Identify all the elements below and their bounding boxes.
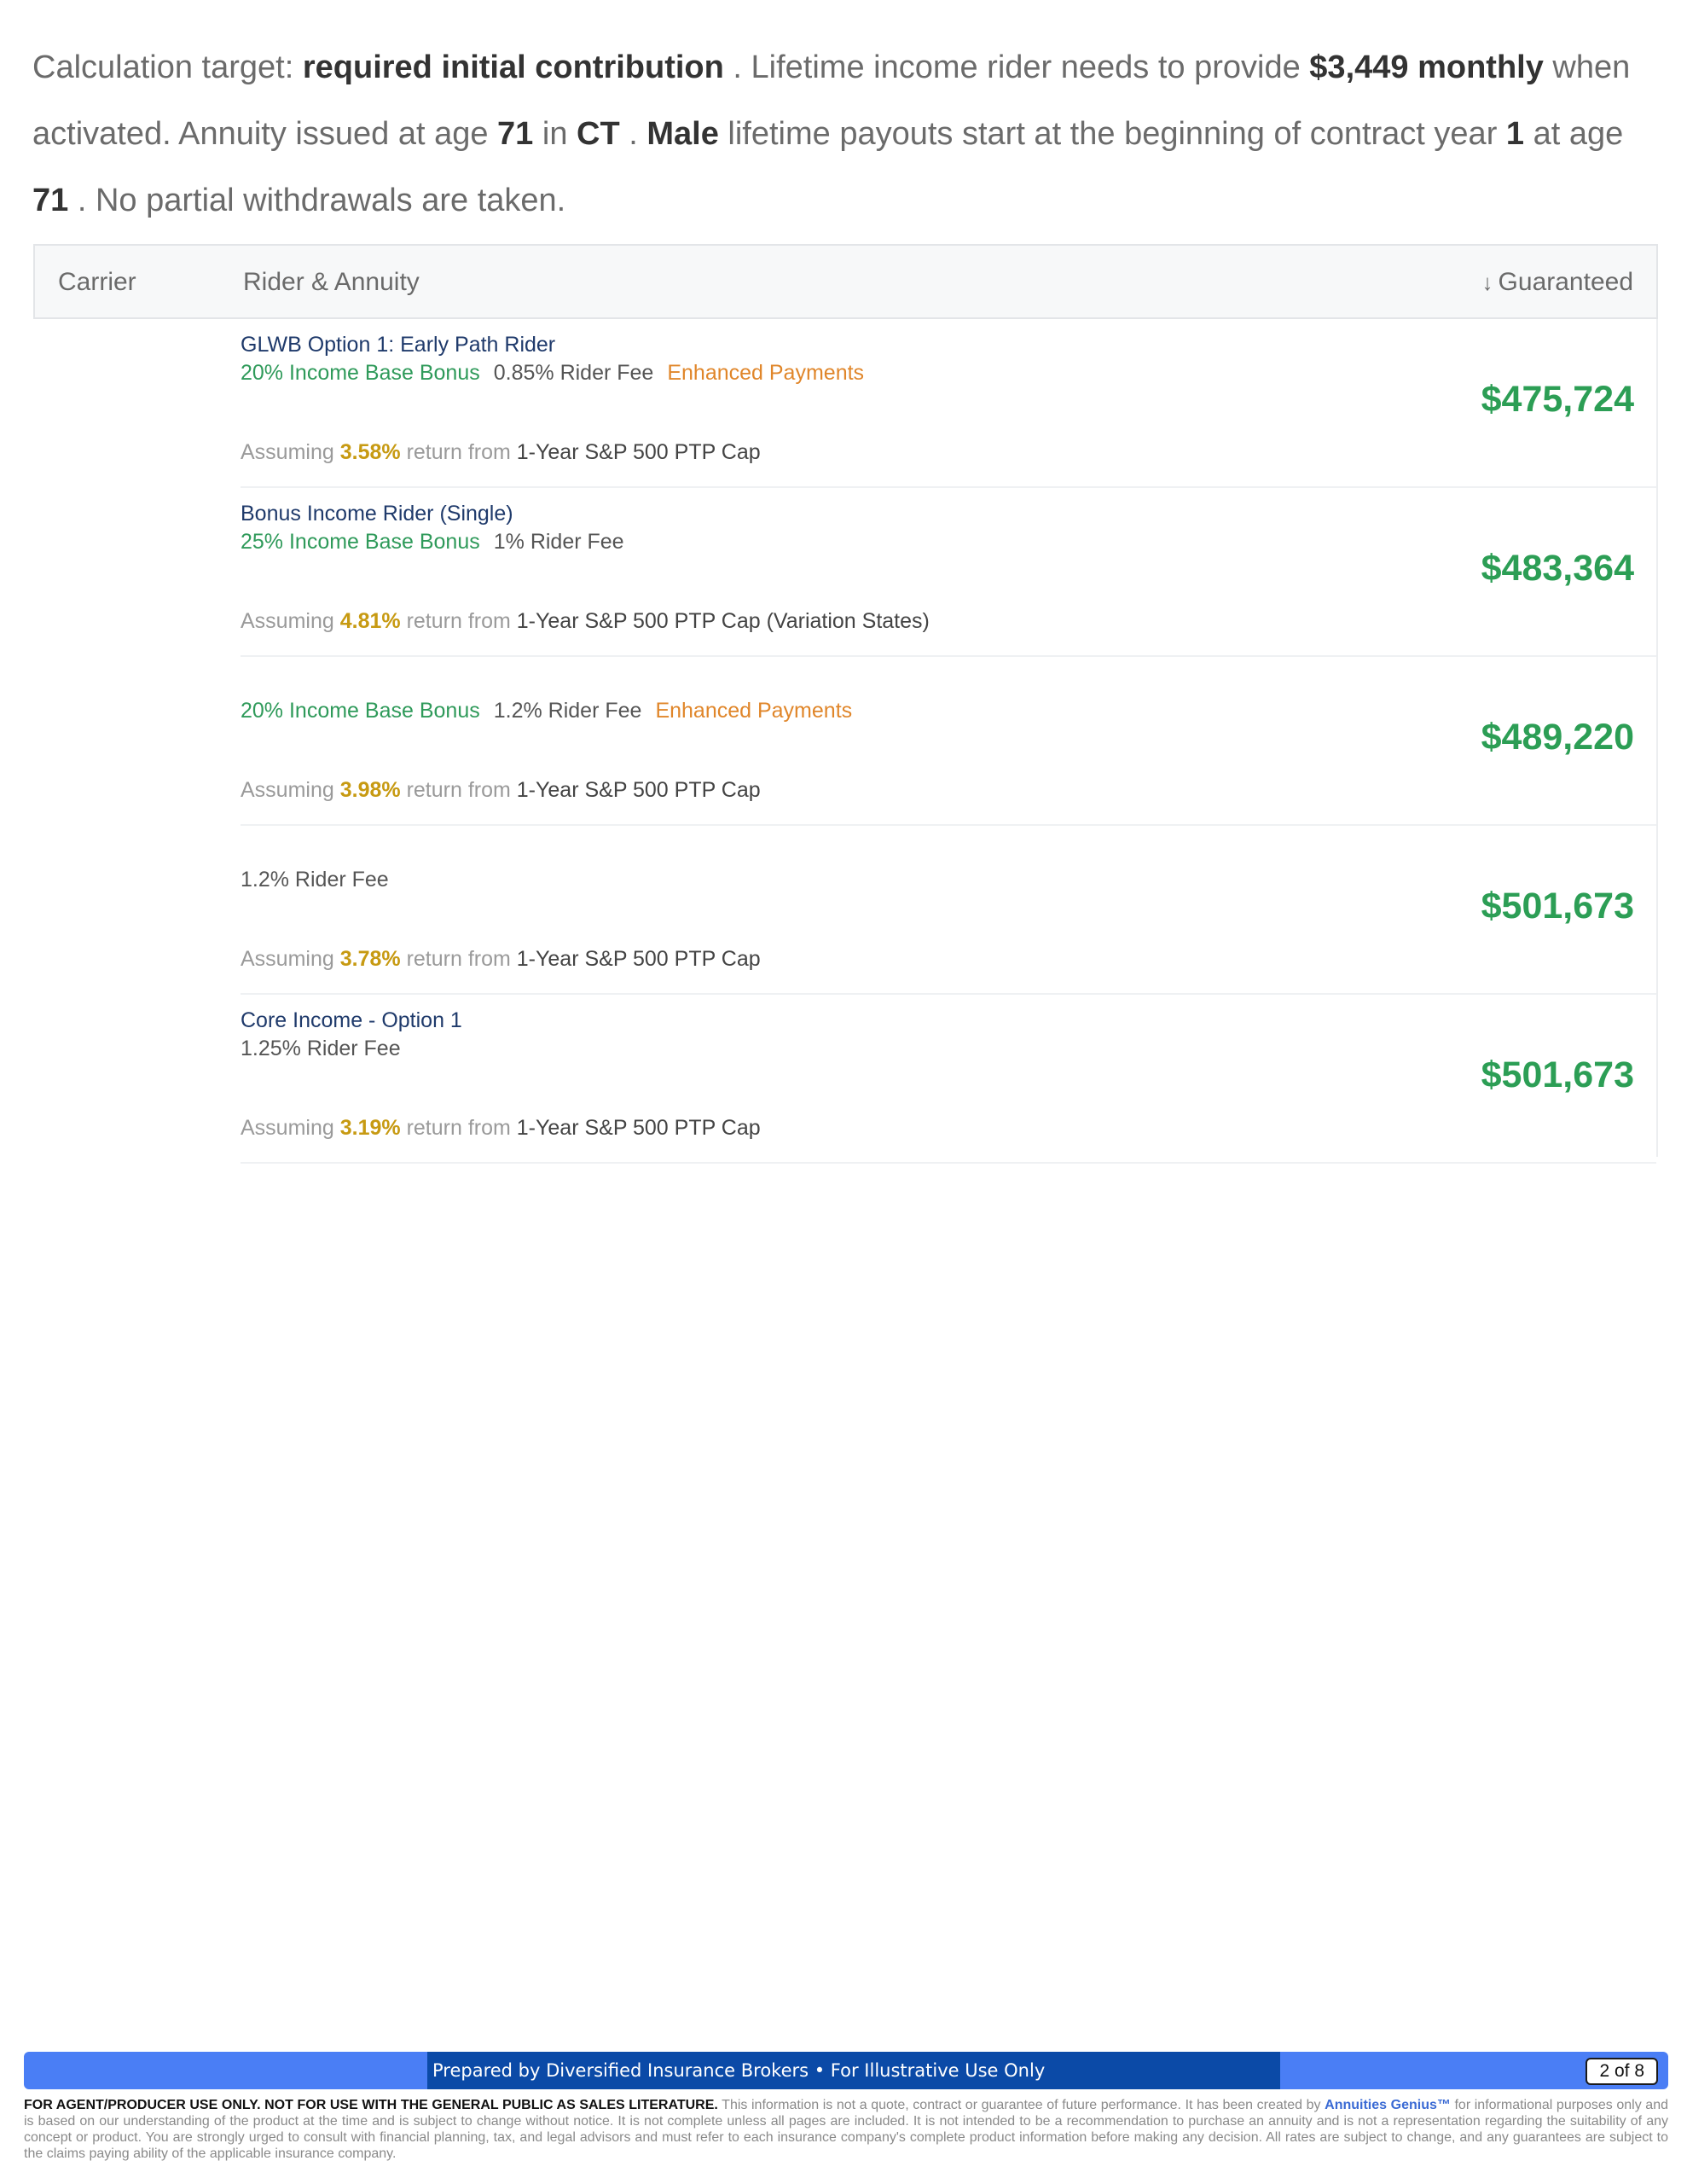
assuming-label: Assuming [241, 440, 334, 464]
table-row[interactable]: Core Income - Option 1 1.25% Rider Fee A… [241, 995, 1656, 1164]
rider-name[interactable]: GLWB Option 1: Early Path Rider [241, 333, 555, 357]
rider-fee-tag: 1.25% Rider Fee [241, 1037, 401, 1060]
guaranteed-amount: $489,220 [1481, 717, 1634, 758]
guaranteed-amount: $475,724 [1481, 379, 1634, 420]
calculation-summary: Calculation target: required initial con… [32, 34, 1653, 234]
table-border [1656, 319, 1658, 1157]
results-table: Carrier Rider & Annuity ↓ Guaranteed GLWB… [33, 244, 1660, 1164]
rider-fee-tag: 1.2% Rider Fee [241, 868, 389, 892]
index-strategy: 1-Year S&P 500 PTP Cap [516, 778, 761, 802]
return-assumption: Assuming 3.98% return from 1-Year S&P 50… [241, 778, 761, 803]
table-row[interactable]: Bonus Income Rider (Single) 25% Income B… [241, 488, 1656, 657]
contract-year: 1 [1505, 116, 1525, 152]
enhanced-payments-tag: Enhanced Payments [667, 361, 865, 385]
guaranteed-amount: $501,673 [1481, 886, 1634, 926]
monthly-income-amount: $3,449 monthly [1309, 49, 1544, 85]
sort-down-arrow-icon: ↓ [1481, 270, 1493, 295]
return-from-label: return from [406, 778, 511, 802]
table-row[interactable]: 20% Income Base Bonus 1.2% Rider Fee Enhan… [241, 657, 1656, 826]
column-header-guaranteed-label: Guaranteed [1498, 268, 1633, 296]
assuming-label: Assuming [241, 778, 334, 802]
disclaimer-lead: FOR AGENT/PRODUCER USE ONLY. NOT FOR USE… [24, 2098, 718, 2112]
calculation-target: required initial contribution [302, 49, 724, 85]
gender: Male [646, 116, 719, 152]
rider-tags: 1.25% Rider Fee [241, 1037, 415, 1061]
income-bonus-tag: 20% Income Base Bonus [241, 699, 480, 723]
enhanced-payments-tag: Enhanced Payments [655, 699, 853, 723]
column-header-guaranteed[interactable]: ↓ Guaranteed [1482, 268, 1633, 297]
issue-age: 71 [497, 116, 534, 152]
legal-disclaimer: FOR AGENT/PRODUCER USE ONLY. NOT FOR USE… [24, 2097, 1668, 2162]
return-assumption: Assuming 3.58% return from 1-Year S&P 50… [241, 440, 761, 465]
prepared-by-banner: Prepared by Diversified Insurance Broker… [427, 2052, 1280, 2089]
disclaimer-text: This information is not a quote, contrac… [717, 2098, 1325, 2112]
assuming-label: Assuming [241, 947, 334, 971]
summary-text: lifetime payouts start at the beginning … [718, 116, 1506, 152]
summary-text: . [619, 116, 647, 152]
return-from-label: return from [406, 440, 511, 464]
index-strategy: 1-Year S&P 500 PTP Cap [516, 440, 761, 464]
table-row[interactable]: GLWB Option 1: Early Path Rider 20% Inco… [241, 319, 1656, 488]
issue-state: CT [577, 116, 620, 152]
page-indicator: 2 of 8 [1586, 2058, 1658, 2085]
table-row[interactable]: 1.2% Rider Fee Assuming 3.78% return fro… [241, 826, 1656, 995]
assuming-label: Assuming [241, 1116, 334, 1140]
rider-tags: 1.2% Rider Fee [241, 868, 403, 892]
rider-tags: 25% Income Base Bonus 1% Rider Fee [241, 530, 638, 555]
footer-bar: Prepared by Diversified Insurance Broker… [24, 2052, 1668, 2089]
summary-text: Calculation target: [32, 49, 303, 85]
payout-age: 71 [32, 183, 69, 218]
rider-fee-tag: 1% Rider Fee [493, 530, 624, 554]
rider-tags: 20% Income Base Bonus 1.2% Rider Fee Enhan… [241, 699, 852, 723]
return-assumption: Assuming 4.81% return from 1-Year S&P 50… [241, 609, 930, 634]
rider-tags: 20% Income Base Bonus 0.85% Rider Fee Enha… [241, 361, 864, 386]
guaranteed-amount: $483,364 [1481, 548, 1634, 589]
index-strategy: 1-Year S&P 500 PTP Cap (Variation States… [516, 609, 930, 633]
rider-name[interactable]: Core Income - Option 1 [241, 1008, 462, 1033]
index-strategy: 1-Year S&P 500 PTP Cap [516, 1116, 761, 1140]
column-header-carrier[interactable]: Carrier [58, 268, 136, 297]
assumed-rate: 3.19% [339, 1116, 401, 1140]
income-bonus-tag: 20% Income Base Bonus [241, 361, 480, 385]
assuming-label: Assuming [241, 609, 334, 633]
summary-text: at age [1524, 116, 1624, 152]
return-from-label: return from [406, 947, 511, 971]
assumed-rate: 3.98% [339, 778, 401, 802]
return-assumption: Assuming 3.19% return from 1-Year S&P 50… [241, 1116, 761, 1141]
return-from-label: return from [406, 609, 511, 633]
brand-name: Annuities Genius™ [1325, 2098, 1451, 2112]
summary-text: in [533, 116, 577, 152]
return-assumption: Assuming 3.78% return from 1-Year S&P 50… [241, 947, 761, 972]
index-strategy: 1-Year S&P 500 PTP Cap [516, 947, 761, 971]
assumed-rate: 3.78% [339, 947, 401, 971]
income-bonus-tag: 25% Income Base Bonus [241, 530, 480, 554]
table-header: Carrier Rider & Annuity ↓ Guaranteed [33, 244, 1658, 319]
guaranteed-amount: $501,673 [1481, 1054, 1634, 1095]
summary-text: . No partial withdrawals are taken. [68, 183, 566, 218]
return-from-label: return from [406, 1116, 511, 1140]
rider-fee-tag: 0.85% Rider Fee [493, 361, 654, 385]
summary-text: . Lifetime income rider needs to provide [723, 49, 1310, 85]
rider-fee-tag: 1.2% Rider Fee [493, 699, 642, 723]
assumed-rate: 3.58% [339, 440, 401, 464]
column-header-rider[interactable]: Rider & Annuity [243, 268, 420, 297]
assumed-rate: 4.81% [339, 609, 401, 633]
rider-name[interactable]: Bonus Income Rider (Single) [241, 502, 513, 526]
